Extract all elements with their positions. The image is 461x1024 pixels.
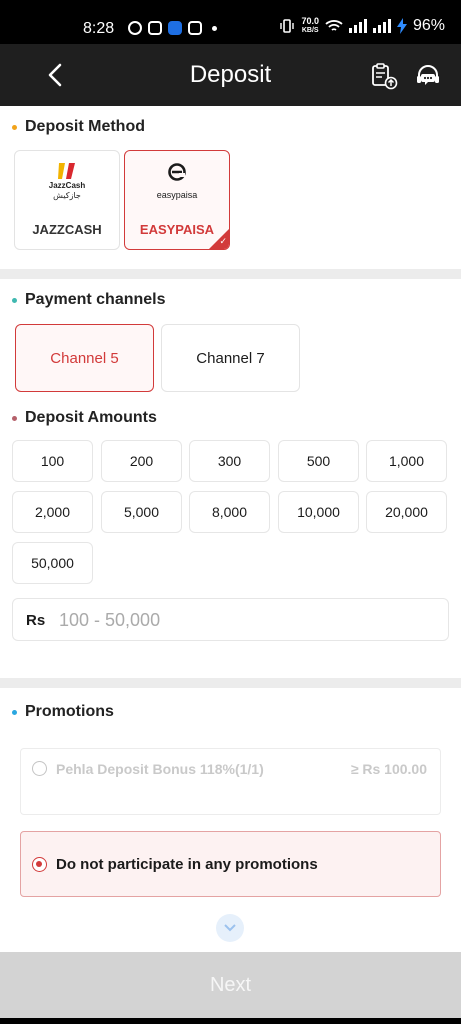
section-dot (12, 124, 17, 130)
network-speed: 70.0 KB/S (301, 17, 319, 35)
amount-option[interactable]: 200 (101, 440, 182, 482)
payment-section: Payment channels Channel 5 Channel 7 Dep… (0, 279, 461, 678)
section-dot (12, 709, 17, 715)
facebook-icon (128, 21, 142, 35)
promotions-section: Promotions Pehla Deposit Bonus 118%(1/1)… (0, 688, 461, 952)
jazzcash-logo: JazzCash جازکیش (15, 161, 119, 201)
section-header: Deposit Method (12, 118, 145, 136)
amount-input[interactable] (59, 605, 439, 635)
jazzcash-logo-subtext: جازکیش (53, 190, 81, 200)
section-title: Promotions (25, 703, 114, 720)
promo-radio[interactable] (32, 761, 47, 776)
channel-5-button[interactable]: Channel 5 (15, 324, 154, 392)
amount-field[interactable]: Rs (12, 598, 449, 641)
section-title: Payment channels (25, 291, 166, 308)
promo-option-none[interactable]: Do not participate in any promotions (20, 831, 441, 897)
wifi-icon (325, 20, 343, 31)
section-title: Deposit Method (25, 118, 145, 135)
chevron-down-icon (224, 924, 236, 932)
network-speed-value: 70.0 (301, 16, 319, 26)
amount-option[interactable]: 20,000 (366, 491, 447, 533)
instagram-icon (188, 21, 202, 35)
amount-option[interactable]: 300 (189, 440, 270, 482)
promo-label: Do not participate in any promotions (56, 856, 318, 873)
promo-label: Pehla Deposit Bonus 118%(1/1) (56, 761, 264, 777)
amount-option[interactable]: 8,000 (189, 491, 270, 533)
check-icon: ✓ (219, 236, 227, 246)
section-header: Payment channels (12, 291, 166, 309)
signal-2-icon (372, 19, 391, 33)
battery-percent: 96% (412, 17, 445, 34)
easypaisa-logo: easypaisa (125, 161, 229, 201)
signal-1-icon (348, 19, 367, 33)
amount-option[interactable]: 500 (278, 440, 359, 482)
section-header: Deposit Amounts (12, 409, 157, 427)
method-jazzcash[interactable]: JazzCash جازکیش JAZZCASH (14, 150, 120, 250)
method-label: JAZZCASH (32, 222, 102, 237)
jazzcash-logo-text: JazzCash (48, 180, 86, 190)
system-nav-bar (0, 1018, 461, 1024)
amount-option[interactable]: 1,000 (366, 440, 447, 482)
more-notifications-dot (212, 25, 217, 31)
section-dot (12, 415, 17, 421)
section-header: Promotions (12, 703, 114, 721)
amount-option[interactable]: 100 (12, 440, 93, 482)
network-speed-unit: KB/S (301, 27, 319, 34)
charging-icon (396, 18, 407, 34)
easypaisa-logo-text: easypaisa (156, 190, 198, 200)
method-easypaisa[interactable]: easypaisa EASYPAISA ✓ (124, 150, 230, 250)
promo-option-bonus[interactable]: Pehla Deposit Bonus 118%(1/1) ≥ Rs 100.0… (20, 748, 441, 815)
promo-radio[interactable] (32, 857, 47, 872)
status-bar: 8:28 70.0 KB/S 96% (0, 0, 461, 44)
next-button[interactable]: Next (0, 952, 461, 1018)
customer-support-button[interactable] (411, 59, 445, 93)
section-title: Deposit Amounts (25, 409, 157, 426)
notification-icons (128, 21, 217, 35)
amount-option[interactable]: 2,000 (12, 491, 93, 533)
amount-option[interactable]: 10,000 (278, 491, 359, 533)
headset-chat-icon (417, 65, 439, 85)
expand-button[interactable] (216, 914, 244, 942)
status-time: 8:28 (83, 20, 115, 37)
app-notification-icon (168, 21, 182, 35)
channel-7-button[interactable]: Channel 7 (161, 324, 300, 392)
app-header: Deposit (0, 44, 461, 106)
amount-option[interactable]: 50,000 (12, 542, 93, 584)
easypaisa-logo-icon (168, 163, 186, 181)
status-right: 70.0 KB/S 96% (279, 17, 445, 35)
promo-min-amount: ≥ Rs 100.00 (350, 761, 427, 777)
clipboard-upload-icon (372, 63, 398, 90)
jazzcash-logo-icon (58, 162, 75, 179)
deposit-history-button[interactable] (367, 59, 401, 93)
currency-label: Rs (26, 612, 46, 629)
amount-option[interactable]: 5,000 (101, 491, 182, 533)
vibrate-icon (280, 19, 295, 33)
deposit-method-section: Deposit Method JazzCash جازکیش JAZZCASH … (0, 106, 461, 269)
instagram-icon (148, 21, 162, 35)
section-dot (12, 297, 17, 303)
